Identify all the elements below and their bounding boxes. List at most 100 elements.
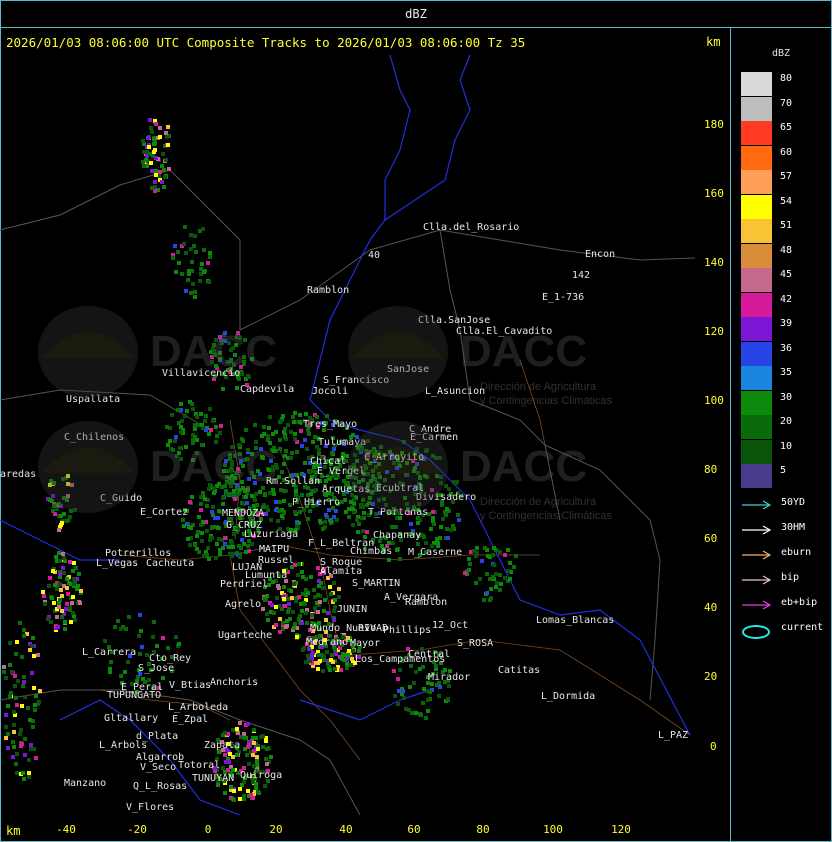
echo-pixel xyxy=(238,555,242,559)
echo-pixel xyxy=(512,565,516,569)
x-tick: 120 xyxy=(611,823,631,836)
echo-pixel xyxy=(4,736,8,740)
echo-pixel xyxy=(285,624,289,628)
echo-pixel xyxy=(426,698,430,702)
echo-pixel xyxy=(142,164,146,168)
echo-pixel xyxy=(472,549,476,553)
track-legend-item: eburn xyxy=(741,547,831,561)
legend-value: 45 xyxy=(780,269,793,280)
echo-pixel xyxy=(154,173,158,177)
echo-pixel xyxy=(498,550,502,554)
legend-swatch xyxy=(741,145,772,170)
arrow-icon xyxy=(742,600,772,610)
echo-pixel xyxy=(300,609,304,613)
echo-pixel xyxy=(323,520,327,524)
echo-pixel xyxy=(26,706,30,710)
echo-pixel xyxy=(155,644,159,648)
echo-pixel xyxy=(495,581,499,585)
echo-pixel xyxy=(14,696,18,700)
echo-pixel xyxy=(246,544,250,548)
dacc-watermark-logo: DACC Dirección de Agricultura y Continge… xyxy=(348,306,613,407)
echo-pixel xyxy=(22,680,26,684)
echo-pixel xyxy=(127,615,131,619)
place-label: L_Carrera xyxy=(82,647,136,658)
echo-pixel xyxy=(20,655,24,659)
echo-pixel xyxy=(261,745,265,749)
echo-pixel xyxy=(18,732,22,736)
echo-pixel xyxy=(503,576,507,580)
echo-pixel xyxy=(485,591,489,595)
echo-pixel xyxy=(60,609,64,613)
echo-pixel xyxy=(12,745,16,749)
province-boundary xyxy=(299,689,431,721)
echo-pixel xyxy=(153,180,157,184)
echo-pixel xyxy=(47,584,51,588)
echo-pixel xyxy=(247,762,251,766)
echo-pixel xyxy=(22,628,26,632)
echo-pixel xyxy=(148,152,152,156)
echo-pixel xyxy=(297,562,301,566)
legend-swatch xyxy=(741,96,772,121)
y-tick: 0 xyxy=(710,740,717,753)
place-label: Q_L_Rosas xyxy=(133,781,187,792)
legend-value: 70 xyxy=(780,97,793,109)
km-unit-top: km xyxy=(706,35,721,49)
echo-pixel xyxy=(72,582,76,586)
echo-pixel xyxy=(402,696,406,700)
legend-swatch xyxy=(741,390,772,415)
svg-text:DACC: DACC xyxy=(460,327,587,376)
echo-pixel xyxy=(316,593,320,597)
echo-pixel xyxy=(333,667,337,671)
echo-pixel xyxy=(311,651,315,655)
echo-pixel xyxy=(28,648,32,652)
echo-pixel xyxy=(263,598,267,602)
echo-pixel xyxy=(152,150,156,154)
legend-swatch xyxy=(741,317,772,341)
echo-pixel xyxy=(235,753,239,757)
echo-pixel xyxy=(223,753,227,757)
echo-pixel xyxy=(13,684,17,688)
echo-pixel xyxy=(297,617,301,621)
echo-pixel xyxy=(312,588,316,592)
place-label: Alamita xyxy=(320,566,362,577)
echo-pixel xyxy=(286,597,290,601)
echo-pixel xyxy=(60,615,64,619)
echo-pixel xyxy=(48,576,52,580)
place-label: TUPUNGATO xyxy=(107,690,161,701)
echo-pixel xyxy=(71,611,75,615)
echo-pixel xyxy=(126,660,130,664)
track-label: 30HM xyxy=(781,522,806,533)
echo-pixel xyxy=(265,762,269,766)
echo-pixel xyxy=(398,557,402,561)
place-label: Totoral xyxy=(178,760,220,771)
echo-pixel xyxy=(72,577,76,581)
legend-value: 35 xyxy=(780,367,793,378)
echo-pixel xyxy=(221,766,225,770)
echo-pixel xyxy=(345,666,349,670)
echo-pixel xyxy=(392,669,396,673)
legend-value: 36 xyxy=(780,342,793,354)
place-label: Agrelo xyxy=(225,599,261,610)
echo-pixel xyxy=(274,605,278,609)
echo-pixel xyxy=(6,704,10,708)
echo-pixel xyxy=(147,145,151,149)
echo-pixel xyxy=(230,554,234,558)
place-label: Quiroga xyxy=(240,770,282,781)
echo-pixel xyxy=(445,527,449,531)
echo-pixel xyxy=(215,542,219,546)
echo-pixel xyxy=(33,708,37,712)
echo-pixel xyxy=(301,648,305,652)
echo-pixel xyxy=(51,569,55,573)
echo-pixel xyxy=(164,131,168,135)
echo-pixel xyxy=(21,684,25,688)
echo-pixel xyxy=(72,561,76,565)
echo-pixel xyxy=(463,571,467,575)
echo-pixel xyxy=(252,741,256,745)
echo-pixel xyxy=(8,641,12,645)
echo-pixel xyxy=(304,577,308,581)
echo-pixel xyxy=(480,559,484,563)
echo-pixel xyxy=(223,542,227,546)
echo-pixel xyxy=(171,256,175,260)
legend-swatch xyxy=(741,194,772,219)
echo-pixel xyxy=(22,675,26,679)
